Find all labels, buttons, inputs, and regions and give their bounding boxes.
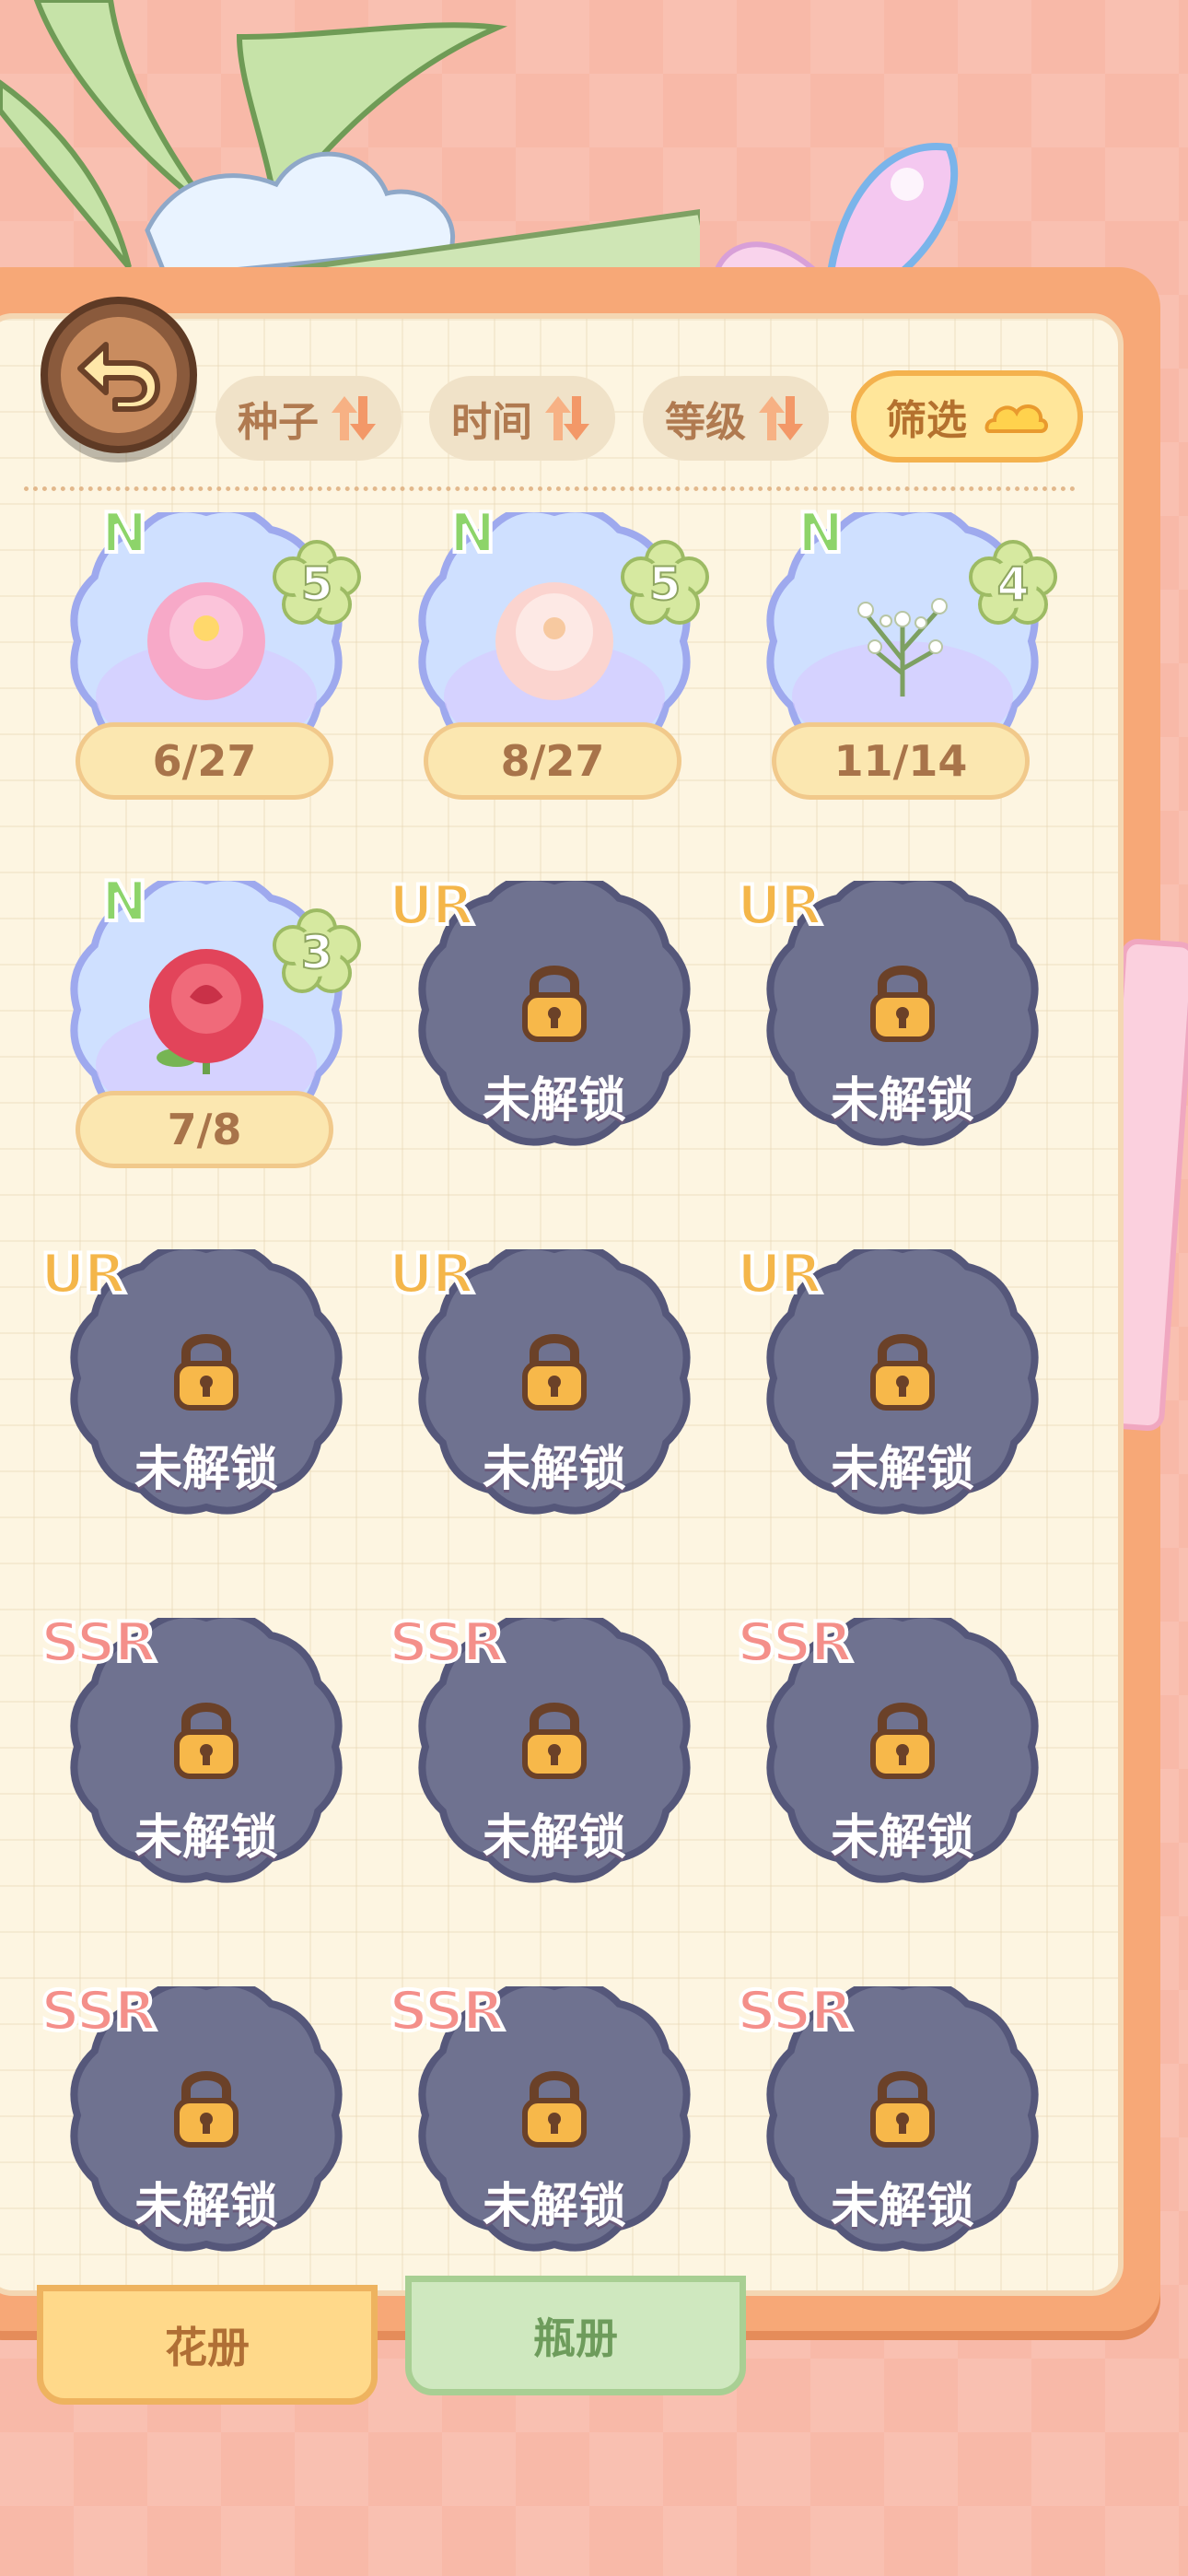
locked-label: 未解锁	[830, 1810, 974, 1866]
locked-label: 未解锁	[482, 1442, 626, 1497]
padlock-icon	[870, 1334, 935, 1411]
rarity-tag: UR	[39, 1240, 128, 1308]
header-divider	[24, 486, 1076, 491]
back-arrow-icon	[77, 342, 160, 412]
rarity-tag: UR	[735, 1240, 824, 1308]
flower-card[interactable]: N 5 6/27	[68, 499, 361, 807]
sort-by-time-label: 时间	[451, 399, 532, 446]
locked-flower-card[interactable]: SSR 未解锁	[387, 1977, 693, 2281]
locked-label: 未解锁	[830, 1442, 974, 1497]
locked-flower-card[interactable]: UR 未解锁	[387, 1240, 693, 1544]
padlock-icon	[174, 1334, 239, 1411]
tab-flower-album[interactable]: 花册	[37, 2285, 378, 2405]
sort-by-level-label: 等级	[665, 399, 746, 446]
level-value: 5	[648, 556, 682, 612]
padlock-icon	[870, 2071, 935, 2148]
locked-label: 未解锁	[482, 2179, 626, 2234]
collection-count: 7/8	[76, 1091, 333, 1168]
padlock-icon	[870, 966, 935, 1042]
sort-arrows-icon	[545, 396, 589, 440]
rarity-tag: N	[796, 499, 845, 568]
level-badge: 5	[621, 540, 709, 628]
locked-flower-card[interactable]: UR 未解锁	[735, 1240, 1041, 1544]
locked-label: 未解锁	[482, 1810, 626, 1866]
level-badge: 5	[273, 540, 361, 628]
sort-by-time-button[interactable]: 时间	[429, 376, 615, 461]
rarity-tag: N	[448, 499, 497, 568]
rarity-tag: N	[99, 499, 149, 568]
locked-flower-card[interactable]: UR 未解锁	[735, 872, 1041, 1176]
tab-vase-album-label: 瓶册	[533, 2313, 618, 2363]
locked-label: 未解锁	[134, 1810, 278, 1866]
locked-label: 未解锁	[134, 1442, 278, 1497]
rarity-tag: UR	[387, 1240, 476, 1308]
locked-label: 未解锁	[830, 1073, 974, 1129]
flower-card[interactable]: N 4 11/14	[764, 499, 1057, 807]
padlock-icon	[522, 1703, 587, 1779]
filter-button[interactable]: 筛选	[851, 370, 1083, 463]
level-badge: 4	[969, 540, 1057, 628]
locked-flower-card[interactable]: UR 未解锁	[39, 1240, 344, 1544]
collection-count: 6/27	[76, 722, 333, 800]
padlock-icon	[522, 966, 587, 1042]
level-badge: 3	[273, 908, 361, 997]
padlock-icon	[174, 1703, 239, 1779]
cloud-icon	[984, 404, 1048, 433]
rarity-tag: SSR	[735, 1609, 855, 1677]
locked-flower-card[interactable]: UR 未解锁	[387, 872, 693, 1176]
locked-flower-card[interactable]: SSR 未解锁	[387, 1609, 693, 1913]
flower-card[interactable]: N 5 8/27	[416, 499, 709, 807]
level-value: 5	[300, 556, 334, 612]
locked-flower-card[interactable]: SSR 未解锁	[39, 1977, 344, 2281]
tab-vase-album[interactable]: 瓶册	[405, 2276, 746, 2395]
sort-by-level-button[interactable]: 等级	[643, 376, 829, 461]
sort-by-seed-button[interactable]: 种子	[215, 376, 402, 461]
rarity-tag: SSR	[387, 1977, 507, 2045]
level-value: 3	[300, 925, 334, 980]
padlock-icon	[174, 2071, 239, 2148]
locked-label: 未解锁	[830, 2179, 974, 2234]
locked-label: 未解锁	[134, 2179, 278, 2234]
sort-arrows-icon	[332, 396, 376, 440]
rarity-tag: SSR	[387, 1609, 507, 1677]
level-value: 4	[996, 556, 1031, 612]
locked-label: 未解锁	[482, 1073, 626, 1129]
locked-flower-card[interactable]: SSR 未解锁	[735, 1609, 1041, 1913]
locked-flower-card[interactable]: SSR 未解锁	[39, 1609, 344, 1913]
rarity-tag: SSR	[39, 1609, 158, 1677]
flower-card[interactable]: N 3 7/8	[68, 868, 361, 1176]
filter-label: 筛选	[886, 397, 967, 444]
collection-count: 11/14	[772, 722, 1030, 800]
rarity-tag: UR	[387, 872, 476, 940]
padlock-icon	[522, 1334, 587, 1411]
padlock-icon	[522, 2071, 587, 2148]
tab-flower-album-label: 花册	[165, 2323, 250, 2372]
sort-by-seed-label: 种子	[238, 399, 319, 446]
rarity-tag: N	[99, 868, 149, 936]
locked-flower-card[interactable]: SSR 未解锁	[735, 1977, 1041, 2281]
collection-count: 8/27	[424, 722, 681, 800]
back-button[interactable]	[41, 297, 197, 453]
padlock-icon	[870, 1703, 935, 1779]
rarity-tag: UR	[735, 872, 824, 940]
rarity-tag: SSR	[39, 1977, 158, 2045]
sort-arrows-icon	[759, 396, 803, 440]
rarity-tag: SSR	[735, 1977, 855, 2045]
